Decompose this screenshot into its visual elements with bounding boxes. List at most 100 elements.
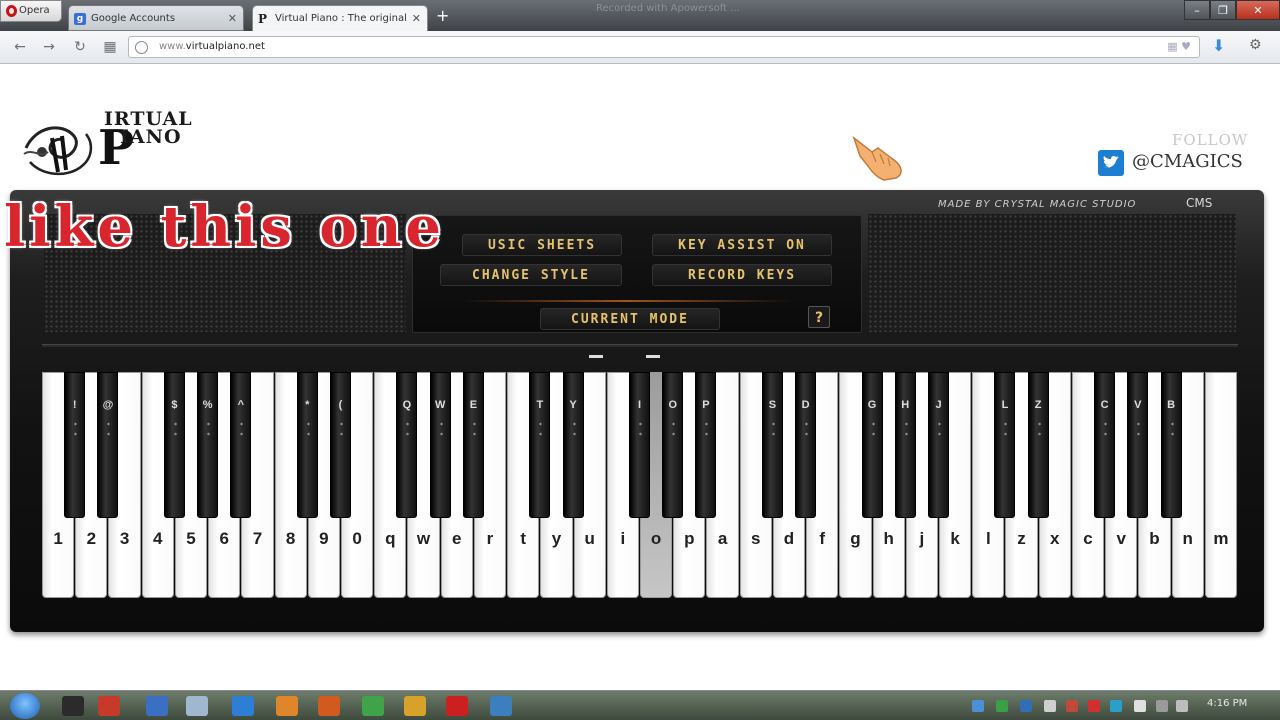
taskbar-app-icon[interactable] <box>318 696 340 716</box>
taskbar-app-icon[interactable] <box>446 696 468 716</box>
black-key[interactable]: @ <box>97 372 119 518</box>
black-key[interactable]: Q <box>396 372 418 518</box>
close-icon[interactable]: ✕ <box>228 12 237 25</box>
tray-icon[interactable] <box>1088 700 1100 712</box>
back-icon[interactable]: ← <box>12 39 28 55</box>
key-assist-button[interactable]: KEY ASSIST ON <box>652 234 832 256</box>
current-mode-button[interactable]: CURRENT MODE <box>540 308 720 330</box>
taskbar-app-icon[interactable] <box>146 696 168 716</box>
black-key-dots <box>1170 419 1174 439</box>
taskbar-app-icon[interactable] <box>404 696 426 716</box>
black-key[interactable]: O <box>662 372 684 518</box>
black-key-dots <box>938 419 941 439</box>
follow-label: FOLLOW <box>1172 131 1249 149</box>
new-tab-icon[interactable]: + <box>436 6 449 25</box>
black-key-label: W <box>434 399 446 411</box>
taskbar-app-icon[interactable] <box>62 696 84 716</box>
hand-cursor-icon <box>852 135 902 181</box>
black-key[interactable]: C <box>1094 372 1116 518</box>
black-key[interactable]: H <box>894 372 916 518</box>
white-key-m[interactable]: m <box>1204 372 1237 598</box>
twitter-handle-link[interactable]: @CMAGICS <box>1132 151 1243 172</box>
white-key-label: z <box>1017 529 1026 548</box>
black-key-dots <box>871 419 875 439</box>
restore-icon[interactable]: ❐ <box>1210 0 1236 20</box>
black-key-label: Z <box>1034 399 1042 411</box>
taskbar-app-icon[interactable] <box>186 696 208 716</box>
white-key-label: q <box>385 529 396 548</box>
black-key[interactable]: E <box>462 372 484 518</box>
change-style-button[interactable]: CHANGE STYLE <box>440 264 622 286</box>
tray-icon[interactable] <box>1044 700 1056 712</box>
volume-icon[interactable] <box>1176 700 1188 712</box>
black-key[interactable]: % <box>197 372 219 518</box>
opera-menu-button[interactable]: Opera <box>0 0 62 22</box>
tray-icon[interactable] <box>996 700 1008 712</box>
bookmark-heart-icon[interactable]: ▦ ♥ <box>1167 40 1191 53</box>
black-key[interactable]: Y <box>562 372 584 518</box>
black-key-label: @ <box>102 399 114 411</box>
black-key[interactable]: B <box>1160 372 1182 518</box>
twitter-icon[interactable] <box>1098 150 1124 176</box>
network-icon[interactable] <box>1156 700 1168 712</box>
white-key-label: 8 <box>285 529 296 548</box>
white-key-label: t <box>520 529 527 548</box>
black-key-label: Y <box>569 399 577 411</box>
black-key[interactable]: ! <box>64 372 86 518</box>
black-key-dots <box>639 419 642 439</box>
tab-virtual-piano[interactable]: P Virtual Piano : The original ✕ <box>252 5 428 31</box>
black-key[interactable]: ( <box>330 372 351 518</box>
black-key[interactable]: T <box>529 372 551 518</box>
taskbar-app-icon[interactable] <box>232 696 254 716</box>
taskbar-app-icon[interactable] <box>362 696 384 716</box>
help-button[interactable]: ? <box>808 306 830 328</box>
tray-icon[interactable] <box>972 700 984 712</box>
white-key-label: x <box>1050 529 1060 548</box>
virtual-piano-logo[interactable]: IRTUAL P IANO <box>22 108 192 186</box>
page-info-icon[interactable] <box>135 41 148 54</box>
tray-icon[interactable] <box>1134 700 1146 712</box>
tray-icon[interactable] <box>1066 700 1078 712</box>
minimize-icon[interactable]: – <box>1184 0 1210 20</box>
url-text: www.virtualpiano.net <box>159 41 265 52</box>
music-sheets-button[interactable]: USIC SHEETS <box>462 234 622 256</box>
taskbar-app-icon[interactable] <box>490 696 512 716</box>
black-key-label: P <box>702 399 710 411</box>
black-key[interactable]: J <box>928 372 949 518</box>
taskbar-app-icon[interactable] <box>98 696 120 716</box>
reload-icon[interactable]: ↻ <box>72 39 88 55</box>
black-key[interactable]: G <box>861 372 883 518</box>
black-key[interactable]: I <box>629 372 650 518</box>
taskbar-app-icon[interactable] <box>276 696 298 716</box>
speed-dial-icon[interactable]: ▦ <box>102 39 118 55</box>
close-icon[interactable]: ✕ <box>412 12 421 25</box>
black-key[interactable]: W <box>429 372 451 518</box>
record-keys-button[interactable]: RECORD KEYS <box>652 264 832 286</box>
black-key[interactable]: S <box>761 372 783 518</box>
white-key-label: i <box>620 529 626 548</box>
tray-icon[interactable] <box>1110 700 1122 712</box>
window-close-icon[interactable]: ✕ <box>1236 0 1280 20</box>
black-key[interactable]: L <box>994 372 1016 518</box>
black-key-dots <box>472 419 476 439</box>
start-button-icon[interactable] <box>10 693 40 719</box>
forward-icon[interactable]: → <box>41 39 57 55</box>
download-icon[interactable]: ⬇ <box>1212 36 1225 55</box>
black-key-dots <box>406 419 410 439</box>
cms-logo: CMS <box>1186 196 1213 210</box>
black-key[interactable]: V <box>1127 372 1149 518</box>
black-key[interactable]: * <box>296 372 318 518</box>
black-key[interactable]: D <box>795 372 817 518</box>
black-key[interactable]: ^ <box>230 372 252 518</box>
white-key-label: 4 <box>153 529 163 548</box>
black-key[interactable]: $ <box>163 372 185 518</box>
black-key[interactable]: Z <box>1027 372 1049 518</box>
black-key-label: S <box>768 399 777 411</box>
tray-icon[interactable] <box>1020 700 1032 712</box>
address-bar[interactable]: www.virtualpiano.net ▦ ♥ <box>128 36 1200 58</box>
black-key-label: H <box>901 399 910 411</box>
black-key[interactable]: P <box>695 372 717 518</box>
video-caption-overlay: like this one <box>4 194 446 260</box>
tab-google-accounts[interactable]: g Google Accounts ✕ <box>68 5 244 31</box>
extensions-icon[interactable]: ⚙ <box>1249 37 1262 53</box>
